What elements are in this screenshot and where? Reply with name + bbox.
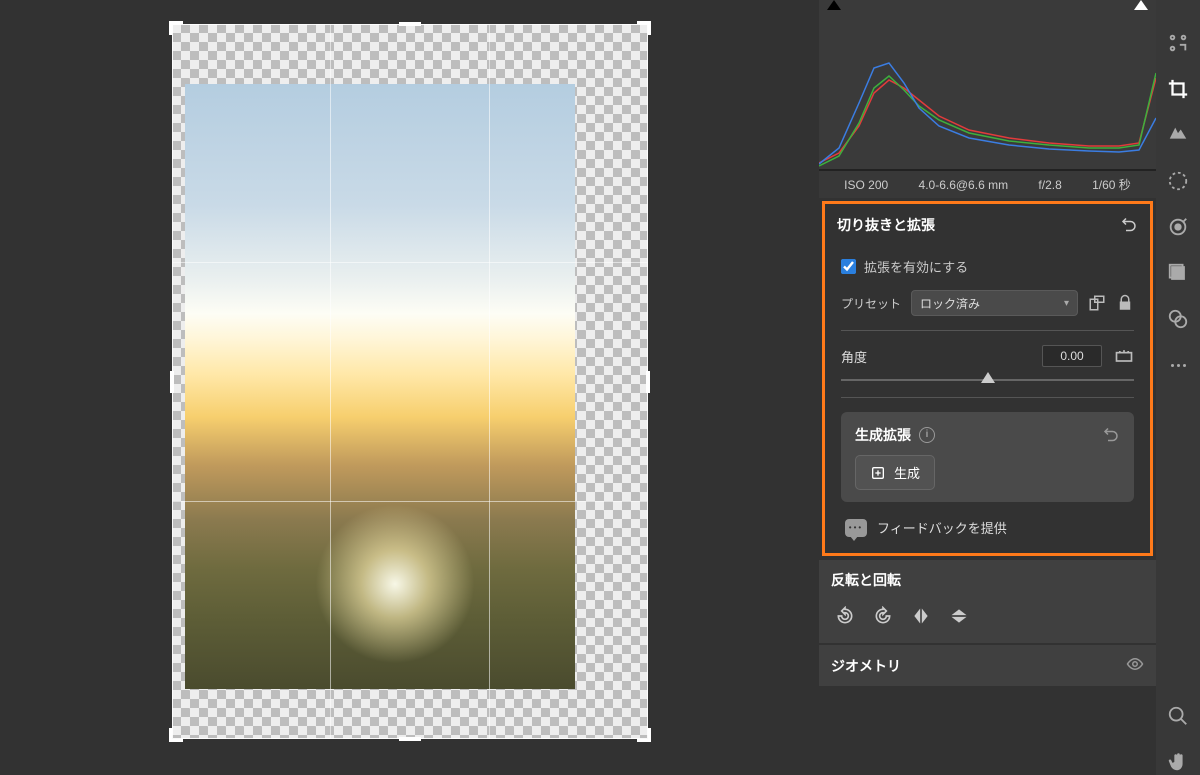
crop-and-expand-panel: 切り抜きと拡張 拡張を有効にする プリセット ロック済み ▾ <box>822 201 1153 556</box>
redeye-tool-icon[interactable] <box>1165 214 1191 240</box>
divider <box>841 330 1134 331</box>
geometry-title: ジオメトリ <box>831 656 901 676</box>
info-icon[interactable]: i <box>919 427 935 443</box>
photo-metadata-bar: ISO 200 4.0-6.6@6.6 mm f/2.8 1/60 秒 <box>819 170 1156 198</box>
right-panel: ISO 200 4.0-6.6@6.6 mm f/2.8 1/60 秒 切り抜き… <box>819 0 1156 775</box>
crop-handle-right[interactable] <box>646 371 650 393</box>
crop-handle-top[interactable] <box>399 22 421 26</box>
generate-button[interactable]: 生成 <box>855 455 935 490</box>
undo-icon[interactable] <box>1102 424 1120 445</box>
angle-input[interactable] <box>1042 345 1102 367</box>
crop-handle-bl[interactable] <box>169 726 185 742</box>
flip-horizontal-button[interactable] <box>911 606 931 629</box>
edit-tool-icon[interactable] <box>1165 30 1191 56</box>
visibility-icon[interactable] <box>1126 655 1144 676</box>
crop-handle-tr[interactable] <box>635 21 651 37</box>
rotate-cw-button[interactable] <box>873 606 893 629</box>
enable-expand-label: 拡張を有効にする <box>864 257 968 276</box>
lock-icon[interactable] <box>1116 294 1134 312</box>
gen-title: 生成拡張 <box>855 425 911 445</box>
chevron-down-icon: ▾ <box>1064 298 1069 309</box>
angle-slider[interactable] <box>841 371 1134 391</box>
crop-handle-tl[interactable] <box>169 21 185 37</box>
crop-frame[interactable] <box>172 24 648 739</box>
color-grading-icon[interactable] <box>1165 306 1191 332</box>
shadow-clipping-icon[interactable] <box>827 0 841 10</box>
meta-aperture: f/2.8 <box>1038 178 1061 192</box>
canvas-area[interactable] <box>0 0 819 775</box>
preset-value: ロック済み <box>920 295 980 312</box>
angle-label: 角度 <box>841 347 1030 366</box>
healing-tool-icon[interactable] <box>1165 122 1191 148</box>
flip-vertical-button[interactable] <box>949 606 969 629</box>
geometry-panel[interactable]: ジオメトリ <box>819 645 1156 686</box>
more-icon[interactable] <box>1165 352 1191 378</box>
preset-dropdown[interactable]: ロック済み ▾ <box>911 290 1078 316</box>
histogram[interactable] <box>819 0 1156 170</box>
feedback-label: フィードバックを提供 <box>877 518 1007 537</box>
sparkle-icon <box>870 465 886 481</box>
highlight-clipping-icon[interactable] <box>1134 0 1148 10</box>
crop-border <box>172 24 648 739</box>
straighten-icon[interactable] <box>1114 346 1134 366</box>
preset-label: プリセット <box>841 295 901 312</box>
slider-thumb[interactable] <box>981 372 995 383</box>
divider <box>841 397 1134 398</box>
crop-handle-left[interactable] <box>170 371 174 393</box>
histogram-curves <box>819 18 1156 168</box>
swap-orientation-icon[interactable] <box>1088 294 1106 312</box>
hand-tool-icon[interactable] <box>1165 749 1191 775</box>
generate-label: 生成 <box>894 463 920 482</box>
flip-title: 反転と回転 <box>831 570 901 590</box>
crop-handle-bottom[interactable] <box>399 737 421 741</box>
feedback-button[interactable]: ••• フィードバックを提供 <box>841 508 1134 541</box>
tool-strip <box>1156 0 1200 775</box>
mask-tool-icon[interactable] <box>1165 168 1191 194</box>
presets-icon[interactable] <box>1165 260 1191 286</box>
enable-expand-checkbox[interactable]: 拡張を有効にする <box>841 257 1134 276</box>
rotate-ccw-button[interactable] <box>835 606 855 629</box>
meta-focal: 4.0-6.6@6.6 mm <box>919 178 1009 192</box>
feedback-icon: ••• <box>845 519 867 537</box>
meta-iso: ISO 200 <box>844 178 888 192</box>
zoom-tool-icon[interactable] <box>1165 703 1191 729</box>
generative-expand-section: 生成拡張 i 生成 <box>841 412 1134 502</box>
meta-shutter: 1/60 秒 <box>1092 176 1131 193</box>
panel-title: 切り抜きと拡張 <box>837 215 935 235</box>
crop-tool-icon[interactable] <box>1165 76 1191 102</box>
enable-expand-input[interactable] <box>841 259 856 274</box>
flip-rotate-panel: 反転と回転 <box>819 560 1156 643</box>
crop-handle-br[interactable] <box>635 726 651 742</box>
reset-icon[interactable] <box>1120 214 1138 235</box>
